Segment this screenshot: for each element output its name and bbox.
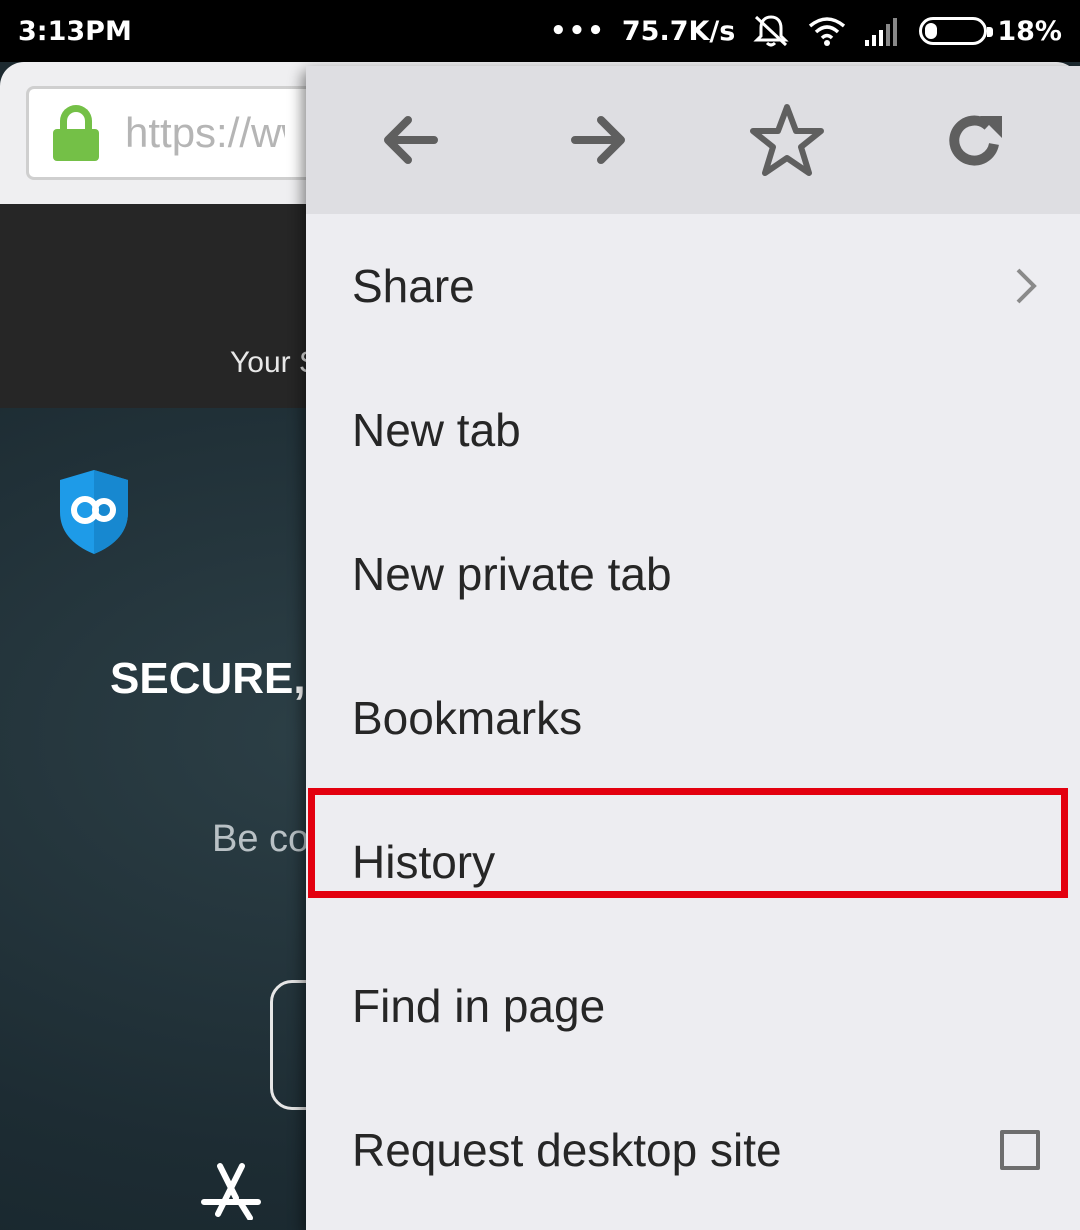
forward-button[interactable] — [539, 80, 659, 200]
desktop-site-checkbox[interactable] — [1000, 1130, 1040, 1170]
menu-item-label: Share — [352, 260, 475, 312]
menu-item-new-tab[interactable]: New tab — [306, 358, 1080, 502]
net-speed: 75.7K/s — [621, 15, 736, 47]
more-notifications-icon: ••• — [550, 16, 606, 46]
battery-percent: 18% — [997, 15, 1062, 47]
chevron-right-icon — [1016, 268, 1037, 304]
lock-icon — [53, 105, 99, 161]
hero-subtitle: Be co — [212, 818, 310, 860]
menu-item-label: New private tab — [352, 548, 672, 600]
url-text[interactable]: https://ww — [125, 109, 285, 157]
menu-item-bookmarks[interactable]: Bookmarks — [306, 646, 1080, 790]
app-store-icon[interactable] — [200, 1162, 262, 1220]
star-icon — [750, 104, 825, 176]
menu-item-request-desktop-site[interactable]: Request desktop site — [306, 1078, 1080, 1222]
status-right: ••• 75.7K/s 18% — [550, 13, 1062, 49]
signal-icon — [865, 18, 898, 46]
battery: 18% — [919, 16, 1062, 47]
hero-title: SECURE, — [110, 654, 306, 703]
bookmark-button[interactable] — [727, 80, 847, 200]
status-time: 3:13PM — [18, 15, 132, 47]
menu-item-label: Bookmarks — [352, 692, 583, 744]
menu-item-new-private-tab[interactable]: New private tab — [306, 502, 1080, 646]
back-arrow-icon — [384, 116, 439, 164]
menu-item-history[interactable]: History — [306, 788, 1080, 934]
wifi-icon — [809, 17, 846, 46]
menu-item-label: New tab — [352, 404, 521, 456]
forward-arrow-icon — [570, 116, 625, 164]
status-bar: 3:13PM ••• 75.7K/s 18% — [0, 0, 1080, 62]
menu-item-label: History — [352, 836, 496, 888]
menu-item-label: Request desktop site — [352, 1124, 782, 1176]
back-button[interactable] — [350, 80, 470, 200]
battery-icon — [919, 17, 994, 45]
screen: 3:13PM ••• 75.7K/s 18% https://w Your S … — [0, 0, 1080, 1230]
shield-logo-icon — [60, 470, 128, 554]
browser-overflow-menu: Share New tab New private tab Bookmarks … — [306, 66, 1080, 1230]
dnd-icon — [753, 15, 789, 47]
reload-button[interactable] — [916, 80, 1036, 200]
menu-item-label: Find in page — [352, 980, 606, 1032]
reload-icon — [949, 115, 1002, 166]
menu-item-find-in-page[interactable]: Find in page — [306, 934, 1080, 1078]
menu-toolbar — [306, 66, 1080, 214]
menu-item-share[interactable]: Share — [306, 214, 1080, 358]
